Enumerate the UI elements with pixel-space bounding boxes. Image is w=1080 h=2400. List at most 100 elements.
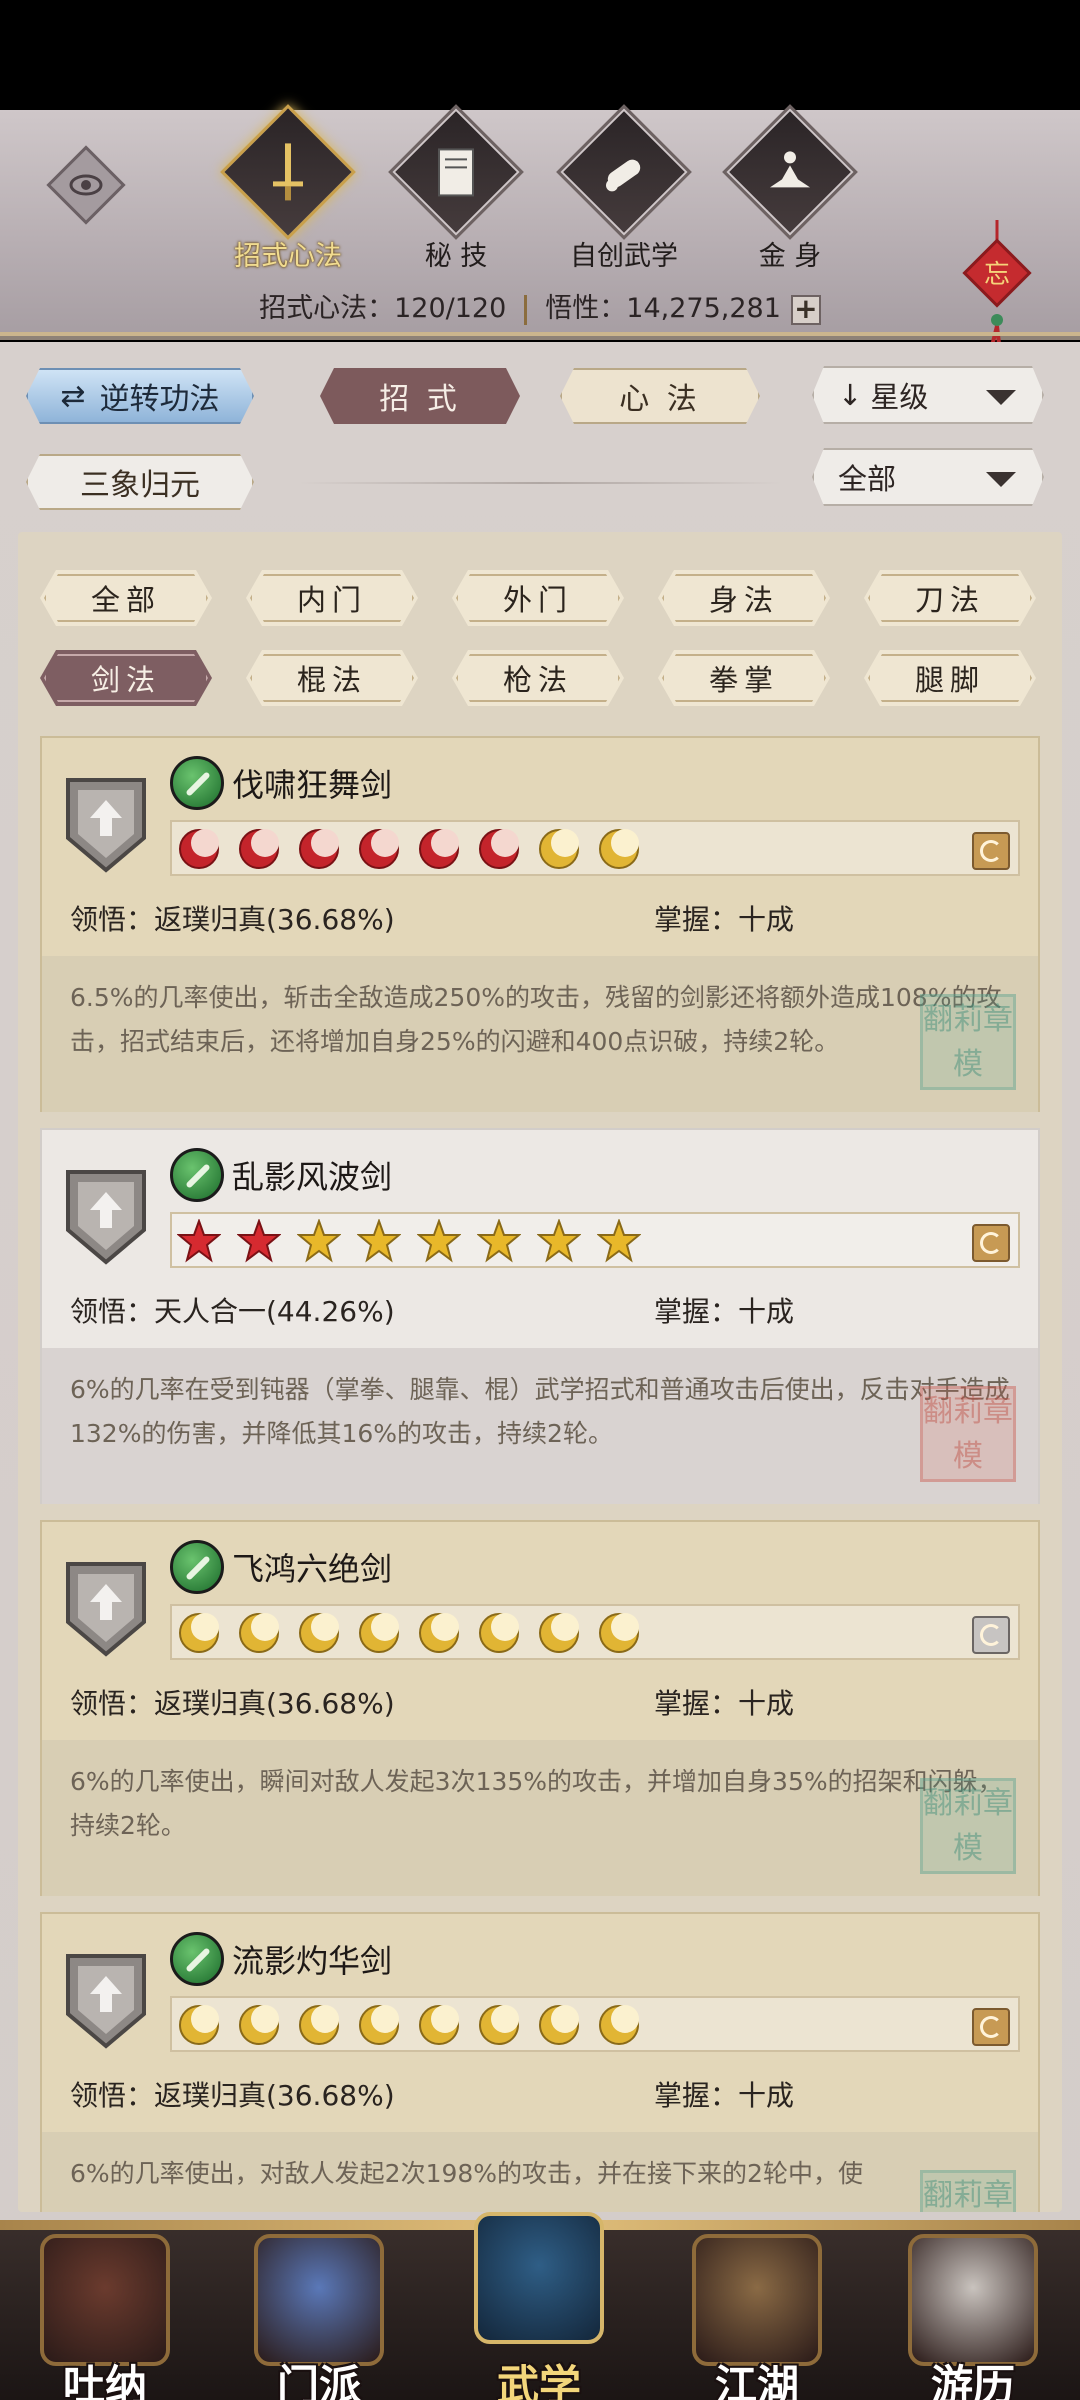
nav-menpai[interactable]: 门派 [244,2234,394,2400]
scroll-icon [606,159,641,192]
nav-wuxue[interactable]: 武学 [464,2212,614,2400]
swap-icon: ⇄ [60,378,86,414]
skill-description: 6%的几率在受到钝器（掌拳、腿靠、棍）武学招式和普通攻击后使出，反击对手造成13… [42,1348,1038,1504]
seal-stamp-icon: 翻莉章模 [920,1386,1016,1482]
tab-jinshen[interactable]: 金 身 [720,104,860,273]
tab-zhaoshi-xinfa[interactable]: 招式心法 [218,104,358,273]
star-rating [170,1604,1020,1660]
skill-description: 6%的几率使出，瞬间对敌人发起3次135%的攻击，并增加自身35%的招架和闪躲，… [42,1740,1038,1896]
star-rank-icon [596,1218,642,1264]
sword-type-gem-icon [170,1932,224,1986]
moon-rank-icon [176,826,222,872]
moon-rank-icon [356,2002,402,2048]
skill-card[interactable]: 乱影风波剑 领悟：天人合一(44.26%) 掌握：十成 6%的几率在受到钝器（掌… [40,1128,1040,1504]
stats-row: 招式心法：120/120 悟性：14,275,281 + [0,286,1080,325]
skill-name: 伐啸狂舞剑 [232,766,393,804]
visibility-toggle-button[interactable] [46,145,126,225]
banner-icon [254,2234,384,2366]
filter-fist[interactable]: 拳掌 [658,650,830,706]
divider [300,482,780,484]
tab-miji[interactable]: 秘 技 [386,104,526,273]
star-rank-icon [416,1218,462,1264]
skill-name: 流影灼华剑 [232,1942,393,1980]
straw-hat-icon [692,2234,822,2366]
book-icon [438,148,474,197]
eye-icon [69,174,103,196]
sword-type-gem-icon [170,1148,224,1202]
moon-rank-icon [296,826,342,872]
moon-rank-icon [596,1610,642,1656]
rune-icon[interactable] [972,1616,1010,1654]
filter-leg[interactable]: 腿脚 [864,650,1036,706]
star-rating [170,820,1020,876]
moon-rank-icon [356,826,402,872]
mastery-text: 掌握：十成 [654,2079,795,2112]
mastery-text: 掌握：十成 [654,1687,795,1720]
sanxiang-button[interactable]: 三象归元 [26,454,254,510]
upgrade-shield-icon[interactable] [64,1950,148,2050]
rune-icon[interactable] [972,832,1010,870]
skill-card[interactable]: 飞鸿六绝剑 领悟：返璞归真(36.68%) 掌握：十成 6%的几率使出，瞬间对敌… [40,1520,1040,1896]
sword-icon [273,143,303,201]
insight-value: 悟性：14,275,281 [545,293,781,324]
tab-moves[interactable]: 招 式 [320,368,520,424]
star-rank-icon [176,1218,222,1264]
nav-tuna[interactable]: 吐纳 [30,2234,180,2400]
comprehension-text: 领悟：天人合一(44.26%) [70,1295,395,1328]
moon-rank-icon [296,1610,342,1656]
nav-jianghu[interactable]: 江湖 [682,2234,832,2400]
moon-rank-icon [176,1610,222,1656]
moon-rank-icon [596,826,642,872]
skill-card[interactable]: 伐啸狂舞剑 领悟：返璞归真(36.68%) 掌握：十成 6.5%的几率使出，斩击… [40,736,1040,1112]
add-insight-button[interactable]: + [790,294,821,325]
seal-stamp-icon: 翻莉章模 [920,2170,1016,2212]
upgrade-shield-icon[interactable] [64,1166,148,1266]
moon-rank-icon [476,2002,522,2048]
skill-description: 6.5%的几率使出，斩击全敌造成250%的攻击，残留的剑影还将额外造成108%的… [42,956,1038,1112]
filter-staff[interactable]: 棍法 [246,650,418,706]
arrow-down-icon: ↓ [838,378,863,412]
nav-youli[interactable]: 游历 [898,2234,1048,2400]
moon-rank-icon [236,826,282,872]
moon-rank-icon [296,2002,342,2048]
skill-card[interactable]: 流影灼华剑 领悟：返璞归真(36.68%) 掌握：十成 6%的几率使出，对敌人发… [40,1912,1040,2212]
rune-icon[interactable] [972,1224,1010,1262]
moon-rank-icon [356,1610,402,1656]
comprehension-text: 领悟：返璞归真(36.68%) [70,1687,395,1720]
filter-blade[interactable]: 刀法 [864,570,1036,626]
filter-inner[interactable]: 内门 [246,570,418,626]
seal-stamp-icon: 翻莉章模 [920,1778,1016,1874]
skill-list-area: 全部 内门 外门 身法 刀法 剑法 棍法 枪法 拳掌 腿脚 伐啸狂舞剑 领悟：返… [18,532,1062,2212]
filter-outer[interactable]: 外门 [452,570,624,626]
chevron-down-icon [986,472,1016,487]
upgrade-shield-icon[interactable] [64,774,148,874]
filter-spear[interactable]: 枪法 [452,650,624,706]
sort-select[interactable]: ↓ 星级 [812,366,1044,424]
skill-name: 飞鸿六绝剑 [232,1550,393,1588]
status-bar [0,0,1080,110]
star-rank-icon [536,1218,582,1264]
filter-sword[interactable]: 剑法 [40,650,212,706]
rune-icon[interactable] [972,2008,1010,2046]
filter-movement[interactable]: 身法 [658,570,830,626]
moon-rank-icon [176,2002,222,2048]
skill-name: 乱影风波剑 [232,1158,393,1196]
moon-rank-icon [536,2002,582,2048]
bottom-nav: 吐纳 门派 武学 江湖 游历 [0,2212,1080,2400]
star-rank-icon [356,1218,402,1264]
moon-rank-icon [596,2002,642,2048]
moon-rank-icon [476,826,522,872]
tab-zichuang-wuxue[interactable]: 自创武学 [554,104,694,273]
tab-mind[interactable]: 心 法 [560,368,760,424]
top-header: 招式心法 秘 技 自创武学 金 身 忘 招式心法：120/120 悟性：14,27… [0,104,1080,371]
reverse-technique-button[interactable]: ⇄ 逆转功法 [26,368,254,424]
horse-icon [908,2234,1038,2366]
star-rating [170,1996,1020,2052]
moon-rank-icon [536,826,582,872]
category-select[interactable]: 全部 [812,448,1044,506]
upgrade-shield-icon[interactable] [64,1558,148,1658]
chevron-down-icon [986,390,1016,405]
filter-all[interactable]: 全部 [40,570,212,626]
moon-rank-icon [416,2002,462,2048]
comprehension-text: 领悟：返璞归真(36.68%) [70,2079,395,2112]
